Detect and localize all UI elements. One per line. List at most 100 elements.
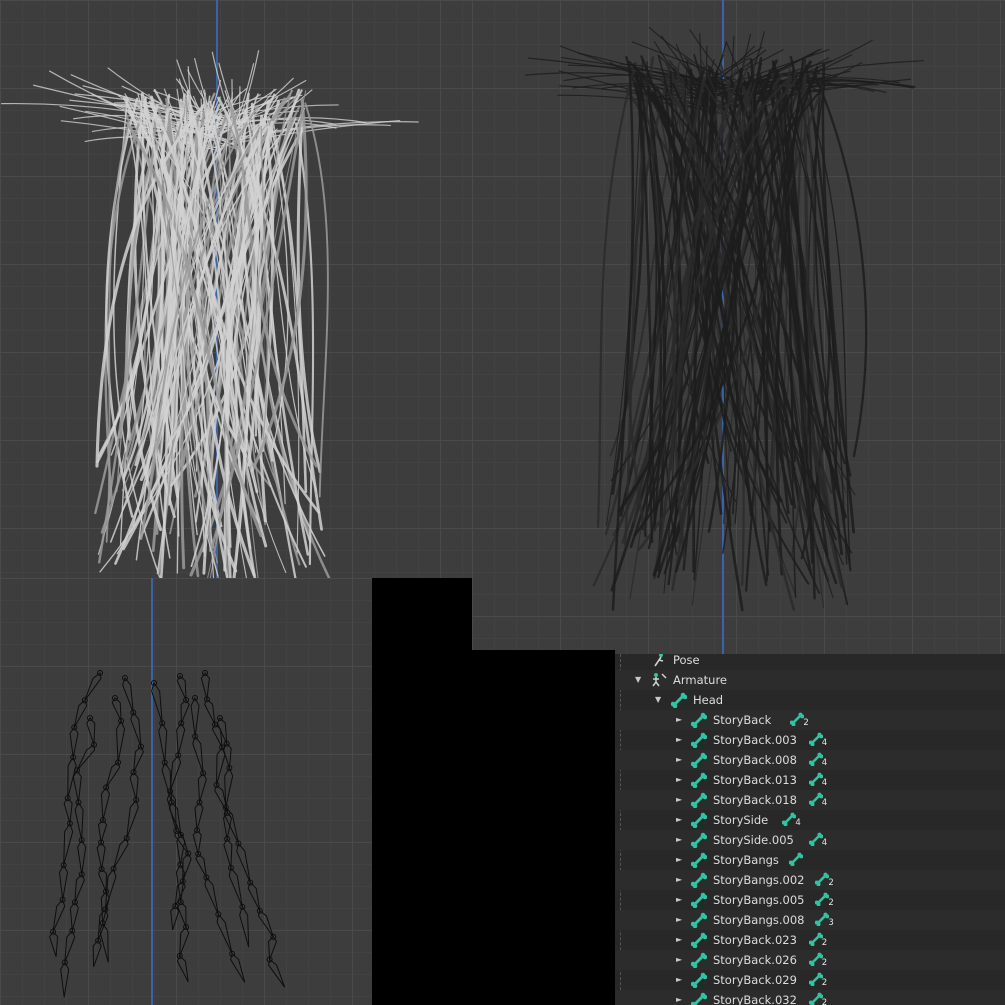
bone-icon — [691, 812, 707, 828]
expand-arrow-icon[interactable]: ► — [676, 950, 682, 970]
outliner-row-bone[interactable]: ► StoryBack.032 2 — [615, 990, 1005, 1005]
child-bones-badge[interactable] — [788, 852, 811, 870]
outliner-row-bone[interactable]: ► StoryBangs — [615, 850, 1005, 870]
outliner-row-bone[interactable]: ► StoryBangs.008 3 — [615, 910, 1005, 930]
hair-mesh-solid — [1, 0, 419, 578]
child-bones-badge[interactable]: 4 — [808, 792, 831, 810]
bone-icon — [691, 912, 707, 928]
bone-icon — [691, 752, 707, 768]
bone-shape — [52, 898, 66, 932]
expand-arrow-icon[interactable]: ▼ — [635, 670, 641, 690]
child-bones-badge[interactable]: 2 — [808, 932, 831, 950]
bone-shape — [58, 864, 69, 900]
bone-shape — [76, 743, 96, 771]
outliner-row-bone[interactable]: ► StoryBack.008 4 — [615, 750, 1005, 770]
expand-arrow-icon[interactable]: ► — [676, 930, 682, 950]
child-count: 2 — [821, 958, 828, 968]
bone-label: StoryBack.018 — [713, 793, 797, 807]
expand-arrow-icon[interactable]: ► — [676, 850, 682, 870]
bone-icon — [808, 732, 824, 747]
expand-arrow-icon[interactable]: ► — [676, 790, 682, 810]
expand-arrow-icon[interactable]: ► — [676, 910, 682, 930]
bone-shape — [192, 829, 202, 855]
outliner-row-pose[interactable]: Pose — [615, 654, 1005, 670]
child-bones-badge[interactable]: 2 — [815, 872, 837, 890]
child-count: 2 — [828, 898, 834, 908]
outliner-row-bone[interactable]: ► StoryBack.013 4 — [615, 770, 1005, 790]
bone-icon — [691, 732, 707, 748]
bone-shape — [190, 696, 200, 737]
armature-viewport[interactable] — [0, 578, 372, 1005]
child-count: 2 — [821, 978, 828, 988]
bone-shape — [49, 930, 59, 957]
bone-shape — [211, 723, 223, 748]
bone-icon — [808, 952, 824, 967]
bone-icon — [671, 692, 687, 708]
child-bones-badge[interactable]: 2 — [808, 972, 831, 990]
bone-shape — [158, 721, 168, 763]
outliner-row-bone[interactable]: ► StoryBangs.005 2 — [615, 890, 1005, 910]
outliner-row-bone[interactable]: ► StoryBack.018 4 — [615, 790, 1005, 810]
outliner-panel[interactable]: Pose ▼ Armature ▼ Head ► StoryBack 2 ► Story… — [615, 654, 1005, 1005]
wireframe-viewport[interactable] — [472, 0, 1005, 668]
outliner-row-bone[interactable]: ► StoryBack.029 2 — [615, 970, 1005, 990]
bone-shape — [182, 852, 192, 882]
child-bones-badge[interactable]: 2 — [790, 712, 812, 730]
expand-arrow-icon[interactable]: ► — [676, 970, 682, 990]
hair-mesh-wireframe — [524, 0, 925, 668]
child-bones-badge[interactable]: 4 — [808, 732, 831, 750]
bone-shape — [216, 746, 226, 786]
expand-arrow-icon[interactable]: ▼ — [655, 690, 661, 710]
bone-shape — [192, 735, 204, 774]
child-bones-badge[interactable]: 2 — [808, 952, 831, 970]
bone-shape — [100, 786, 111, 821]
expand-arrow-icon[interactable]: ► — [676, 730, 682, 750]
child-count: 4 — [821, 758, 828, 768]
bone-label: StoryBack.023 — [713, 933, 797, 947]
expand-arrow-icon[interactable]: ► — [676, 770, 682, 790]
bone-shape — [204, 876, 219, 915]
expand-arrow-icon[interactable]: ► — [676, 990, 682, 1005]
outliner-row-head[interactable]: ▼ Head — [615, 690, 1005, 710]
child-bones-badge[interactable]: 3 — [815, 912, 837, 930]
outliner-row-bone[interactable]: ► StoryBangs.002 2 — [615, 870, 1005, 890]
bone-shape — [97, 868, 108, 892]
outliner-row-bone[interactable]: ► StoryBack.026 2 — [615, 950, 1005, 970]
child-count: 4 — [795, 818, 801, 828]
child-bones-badge[interactable]: 4 — [782, 812, 804, 830]
child-bones-badge[interactable]: 2 — [815, 892, 837, 910]
child-bones-badge[interactable]: 4 — [808, 772, 831, 790]
child-bones-badge[interactable]: 2 — [808, 992, 831, 1005]
bone-shape — [72, 769, 82, 803]
bone-label: StoryBangs.008 — [713, 913, 805, 927]
bone-shape — [176, 675, 187, 701]
pose-label: Pose — [673, 654, 700, 667]
outliner-row-armature[interactable]: ▼ Armature — [615, 670, 1005, 690]
child-bones-badge[interactable]: 4 — [808, 752, 831, 770]
outliner-row-bone[interactable]: ► StoryBack.023 2 — [615, 930, 1005, 950]
bone-shape — [216, 913, 233, 954]
expand-arrow-icon[interactable]: ► — [676, 750, 682, 770]
child-bones-badge[interactable]: 4 — [808, 832, 831, 850]
armature-label: Armature — [673, 673, 727, 687]
expand-arrow-icon[interactable]: ► — [676, 890, 682, 910]
outliner-row-bone[interactable]: ► StoryBack.003 4 — [615, 730, 1005, 750]
bone-icon — [691, 832, 707, 848]
bone-shape — [176, 722, 186, 756]
expand-arrow-icon[interactable]: ► — [676, 830, 682, 850]
bone-shape — [179, 926, 190, 957]
bone-label: StoryBack.026 — [713, 953, 797, 967]
bone-icon — [691, 772, 707, 788]
bone-shape — [97, 819, 108, 843]
bone-shape — [239, 905, 250, 948]
expand-arrow-icon[interactable]: ► — [676, 810, 682, 830]
bone-icon — [808, 932, 824, 947]
bone-shape — [216, 717, 228, 744]
expand-arrow-icon[interactable]: ► — [676, 870, 682, 890]
outliner-row-bone[interactable]: ► StorySide 4 — [615, 810, 1005, 830]
outliner-row-bone[interactable]: ► StoryBack 2 — [615, 710, 1005, 730]
solid-shaded-viewport[interactable] — [0, 0, 472, 578]
bone-icon — [808, 772, 824, 787]
expand-arrow-icon[interactable]: ► — [676, 710, 682, 730]
outliner-row-bone[interactable]: ► StorySide.005 4 — [615, 830, 1005, 850]
